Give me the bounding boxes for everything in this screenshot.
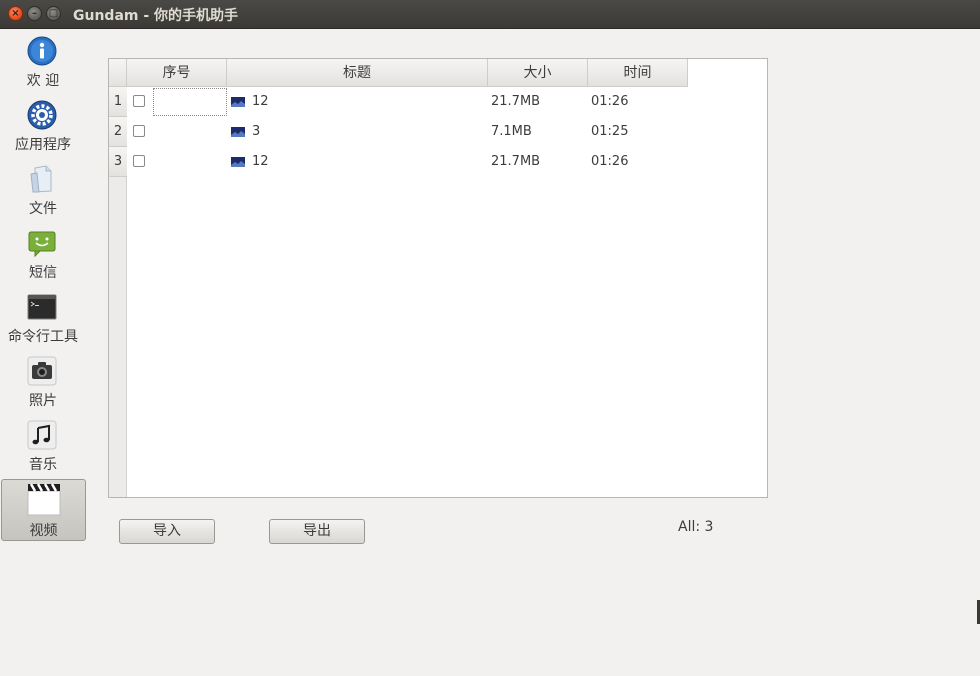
sidebar-item-apps[interactable]: 应用程序 [0, 92, 86, 154]
column-header-title[interactable]: 标题 [227, 59, 488, 87]
maximize-icon: □ [48, 8, 59, 19]
cell-time: 01:26 [591, 94, 629, 109]
table-row[interactable]: 3 7.1MB 01:25 [127, 117, 767, 147]
info-icon [27, 36, 57, 66]
window-title: Gundam - 你的手机助手 [73, 8, 239, 24]
cell-size: 7.1MB [491, 124, 532, 139]
sidebar-item-label: 音乐 [29, 457, 57, 473]
row-header-column: 1 2 3 [109, 87, 127, 497]
video-thumbnail-icon [231, 157, 245, 167]
window-maximize-button[interactable]: □ [46, 6, 61, 21]
sidebar-item-label: 应用程序 [15, 137, 71, 153]
sidebar-item-label: 命令行工具 [8, 329, 78, 345]
terminal-icon [27, 294, 57, 320]
video-thumbnail-icon [231, 127, 245, 137]
sidebar-item-video[interactable]: 视频 [1, 479, 86, 541]
item-count: All: 3 [678, 519, 714, 535]
sidebar-item-welcome[interactable]: 欢 迎 [0, 28, 86, 90]
row-checkbox[interactable] [133, 155, 145, 167]
column-header-time[interactable]: 时间 [588, 59, 688, 87]
cell-size: 21.7MB [491, 154, 541, 169]
cell-time: 01:25 [591, 124, 629, 139]
sidebar-item-files[interactable]: 文件 [0, 156, 86, 218]
camera-icon [27, 356, 57, 386]
focused-cell [153, 88, 227, 116]
row-header[interactable]: 2 [109, 117, 127, 147]
row-checkbox[interactable] [133, 95, 145, 107]
sidebar-item-photos[interactable]: 照片 [0, 348, 86, 410]
table-row[interactable]: 12 21.7MB 01:26 [127, 87, 767, 117]
title-bar: × – □ Gundam - 你的手机助手 [0, 0, 980, 29]
row-checkbox[interactable] [133, 125, 145, 137]
sidebar-item-label: 短信 [29, 265, 57, 281]
cell-title: 12 [252, 154, 269, 169]
gear-icon [27, 100, 57, 130]
cell-title: 3 [252, 124, 261, 139]
cell-title: 12 [252, 94, 269, 109]
window-minimize-button[interactable]: – [27, 6, 42, 21]
import-button[interactable]: 导入 [119, 519, 215, 544]
row-header[interactable]: 3 [109, 147, 127, 177]
export-button[interactable]: 导出 [269, 519, 365, 544]
table-corner [109, 59, 127, 87]
music-icon [27, 420, 57, 450]
sidebar-item-label: 欢 迎 [26, 73, 60, 89]
video-clapper-icon [27, 483, 61, 516]
window-close-button[interactable]: × [8, 6, 23, 21]
cell-size: 21.7MB [491, 94, 541, 109]
sidebar-item-sms[interactable]: 短信 [0, 220, 86, 282]
close-icon: × [11, 8, 20, 19]
file-icon [30, 165, 52, 193]
sidebar-item-music[interactable]: 音乐 [0, 412, 86, 474]
sidebar-item-label: 文件 [29, 201, 57, 217]
sidebar-item-terminal[interactable]: 命令行工具 [0, 284, 86, 346]
video-table: 序号 标题 大小 时间 1 2 3 12 21.7MB 01:26 3 7.1M… [108, 58, 768, 498]
minimize-icon: – [32, 8, 37, 19]
sidebar-item-label: 照片 [29, 393, 57, 409]
column-header-size[interactable]: 大小 [488, 59, 588, 87]
row-header[interactable]: 1 [109, 87, 127, 117]
table-row[interactable]: 12 21.7MB 01:26 [127, 147, 767, 177]
sms-icon [28, 231, 56, 258]
column-header-index[interactable]: 序号 [127, 59, 227, 87]
sidebar-item-label: 视频 [29, 523, 58, 539]
video-thumbnail-icon [231, 97, 245, 107]
cell-time: 01:26 [591, 154, 629, 169]
